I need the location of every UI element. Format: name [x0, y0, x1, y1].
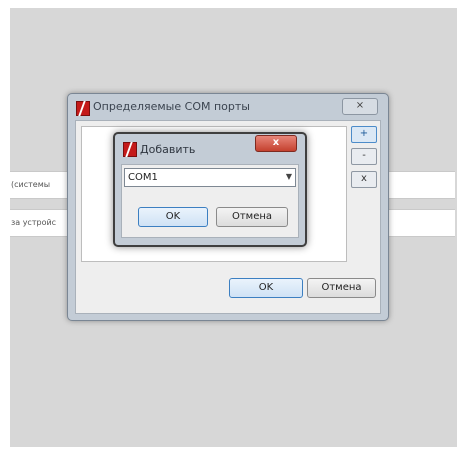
clear-ports-button[interactable]: x [351, 171, 377, 188]
com-ports-titlebar: Определяемые COM порты ⨯ [68, 94, 388, 118]
com-ports-close-button[interactable]: ⨯ [342, 98, 378, 115]
com-ports-cancel-button[interactable]: Отмена [307, 278, 376, 298]
port-select[interactable]: COM1 ▼ [124, 168, 296, 187]
com-ports-title: Определяемые COM порты [93, 100, 250, 113]
com-ports-ok-button[interactable]: OK [229, 278, 303, 298]
port-select-value: COM1 [128, 172, 158, 183]
app-logo-icon [76, 101, 90, 116]
app-logo-icon [123, 142, 137, 157]
add-port-cancel-button[interactable]: Отмена [216, 207, 288, 227]
add-port-button[interactable]: + [351, 126, 377, 143]
add-port-ok-button[interactable]: OK [138, 207, 208, 227]
add-port-title: Добавить [140, 143, 196, 156]
add-port-close-button[interactable]: x [255, 135, 297, 152]
add-port-dialog: Добавить x COM1 ▼ OK Отмена [113, 132, 307, 247]
add-port-client: COM1 ▼ OK Отмена [121, 164, 299, 238]
remove-port-button[interactable]: - [351, 148, 377, 165]
chevron-down-icon[interactable]: ▼ [286, 172, 292, 181]
